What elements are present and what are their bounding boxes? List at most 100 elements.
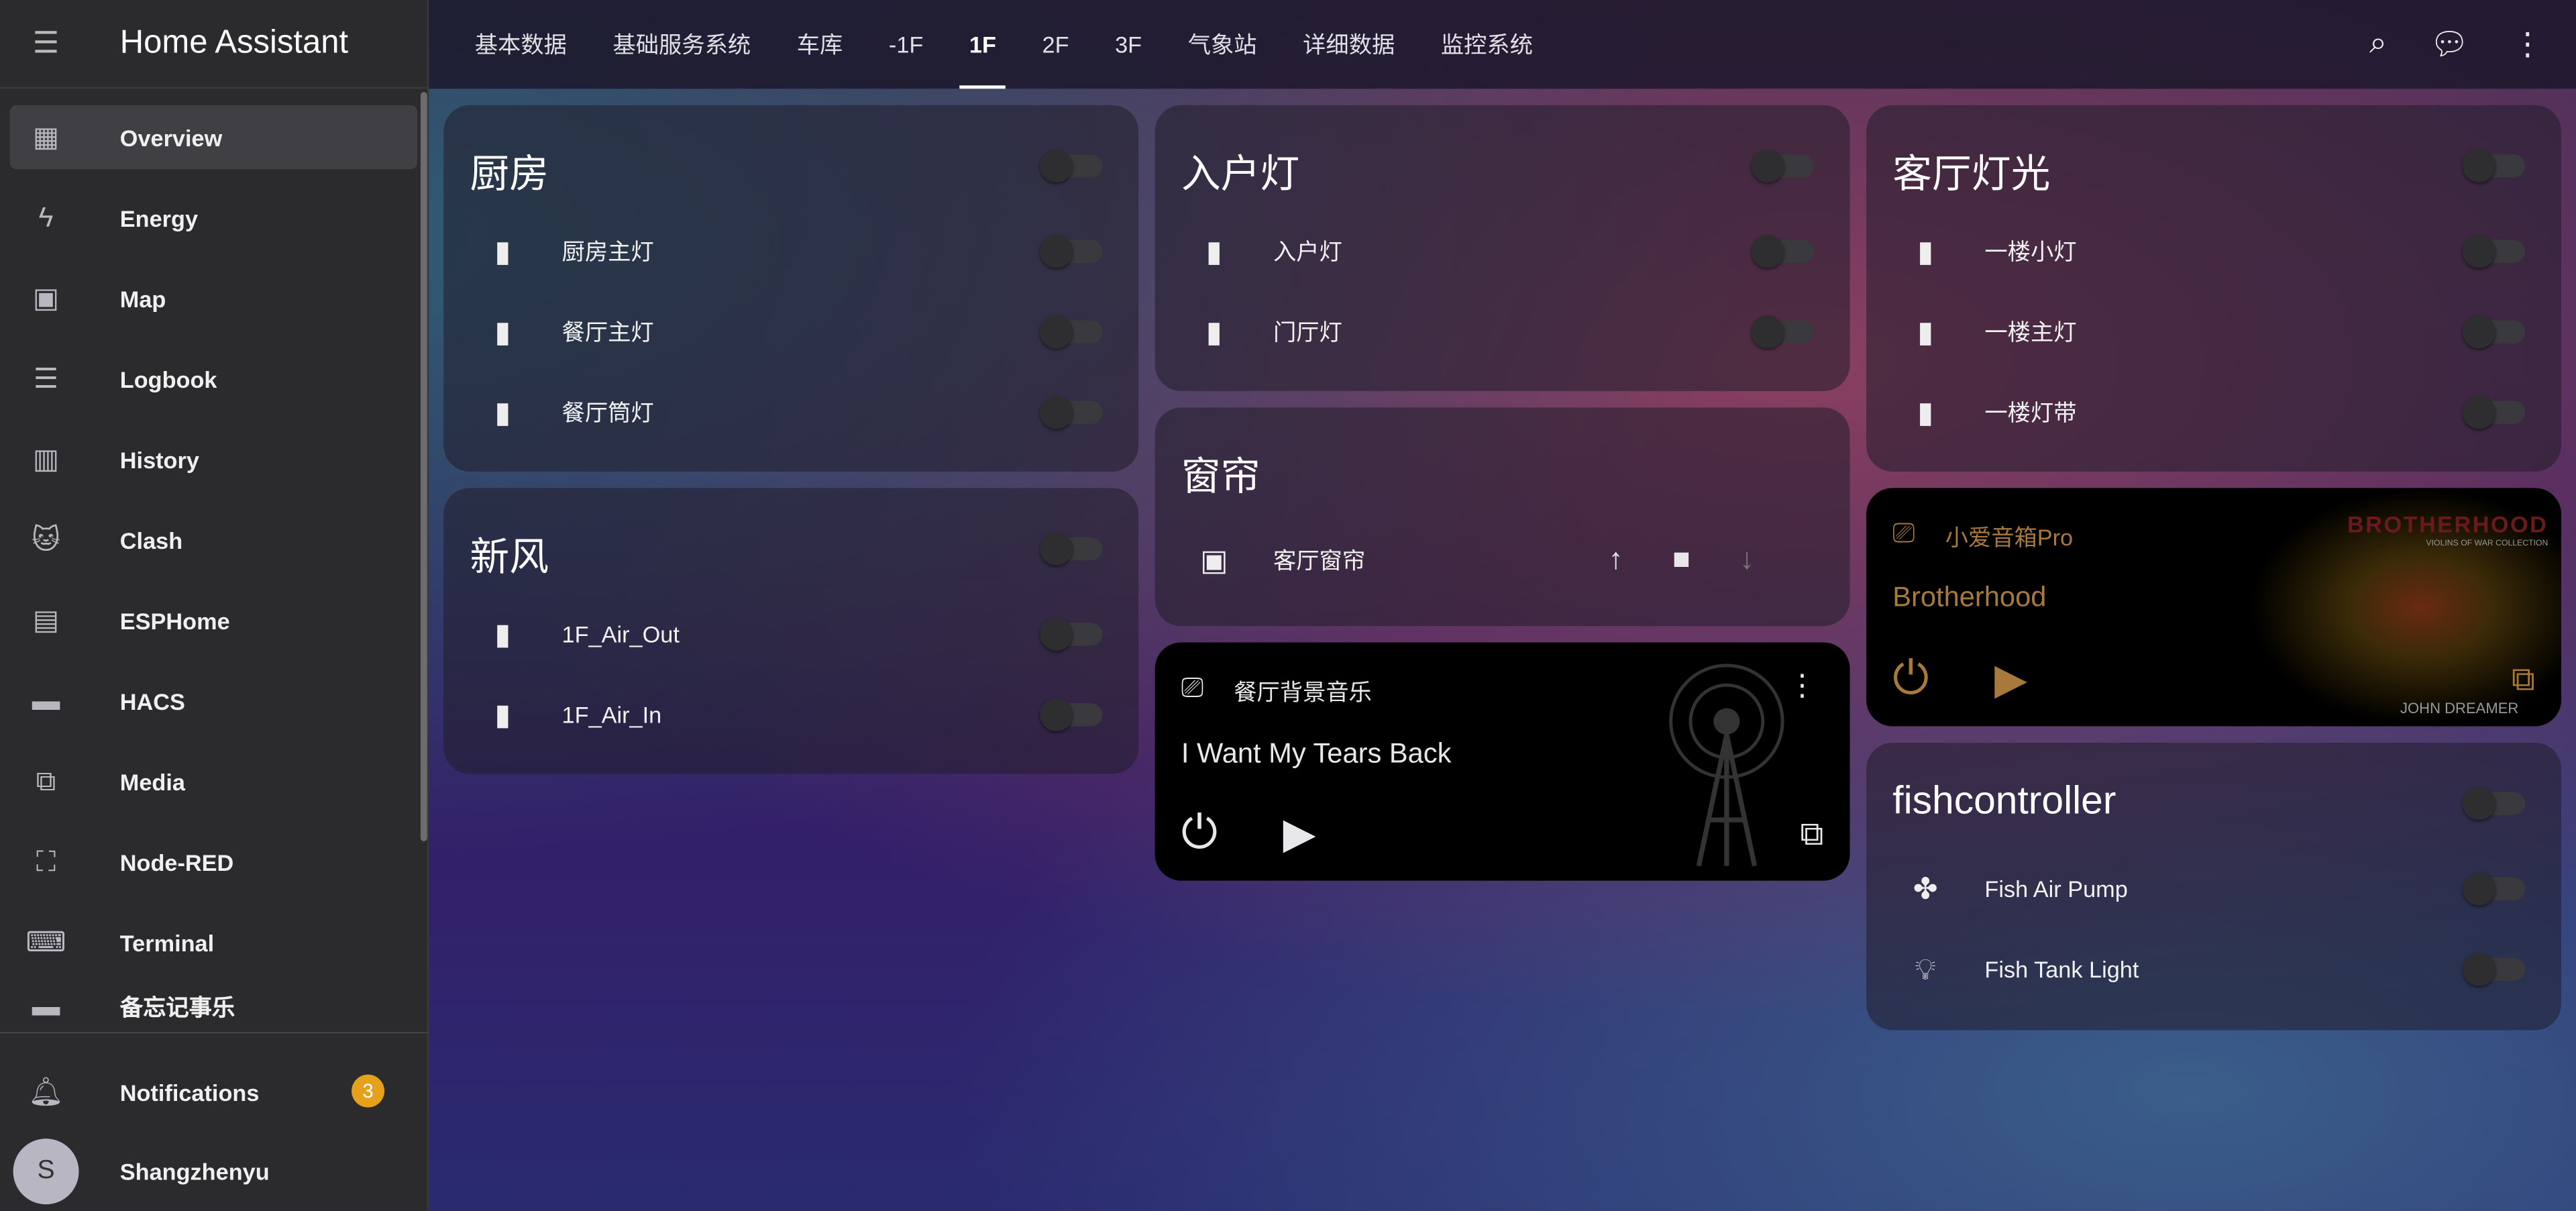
toggle[interactable]	[1040, 315, 1103, 349]
light-switch-icon: ▮	[494, 233, 511, 267]
entity-row[interactable]: ▮ 一楼主灯	[1892, 307, 2535, 356]
tab-5[interactable]: 2F	[1019, 0, 1092, 89]
entity-row[interactable]: ▮ 入户灯	[1181, 227, 1824, 276]
toggle-all[interactable]	[1751, 149, 1814, 182]
tab-3[interactable]: -1F	[866, 0, 947, 89]
chip-icon: ▤	[32, 604, 60, 635]
light-switch-icon: ▮	[1205, 233, 1222, 267]
close-cover-button[interactable]: ↓	[1739, 542, 1754, 576]
card-title: 客厅灯光	[1892, 152, 2051, 197]
sidebar-item-user[interactable]: S Shangzhenyu	[10, 1137, 417, 1204]
cast-icon: ⎚	[1181, 672, 1204, 704]
entity-row[interactable]: ▮ 一楼灯带	[1892, 388, 2535, 437]
toggle-all[interactable]	[1040, 149, 1103, 182]
toggle[interactable]	[1040, 235, 1103, 268]
entity-row[interactable]: ▮ 餐厅主灯	[470, 307, 1112, 356]
card-title: fishcontroller	[1892, 778, 2116, 823]
assist-chat-icon[interactable]: 💬︎	[2430, 25, 2469, 64]
entity-row[interactable]: ▮ 餐厅筒灯	[470, 388, 1112, 437]
sidebar-item-notifications[interactable]: 🔔︎ Notifications 3	[10, 1060, 417, 1124]
menu-icon[interactable]: ☰	[0, 26, 92, 60]
light-switch-icon: ▮	[1917, 314, 1934, 348]
light-switch-icon: ▮	[494, 314, 511, 348]
light-switch-icon: ▮	[494, 617, 511, 650]
fan-icon: ✤	[1913, 872, 1938, 905]
toggle[interactable]	[2463, 396, 2526, 429]
sidebar-item-clash[interactable]: 🐱︎ Clash	[10, 508, 417, 572]
tab-9[interactable]: 监控系统	[1418, 0, 1556, 89]
tab-7[interactable]: 气象站	[1165, 0, 1279, 89]
power-button[interactable]: ⏻	[1181, 806, 1218, 861]
more-vert-icon[interactable]: ⋮	[1788, 669, 1817, 703]
toggle[interactable]	[1040, 617, 1103, 651]
cat-icon: 🐱︎	[31, 523, 61, 555]
stop-cover-button[interactable]: ■	[1672, 542, 1690, 576]
tab-0[interactable]: 基本数据	[451, 0, 590, 89]
sidebar-item-terminal[interactable]: ⌨ Terminal	[10, 910, 417, 975]
sidebar-item-media[interactable]: ⧉ Media	[10, 749, 417, 814]
cast-icon: ⎚	[1892, 517, 1915, 549]
tower-icon	[1669, 664, 1784, 867]
bell-icon: 🔔︎	[28, 1075, 64, 1107]
entity-row[interactable]: ▮ 厨房主灯	[470, 227, 1112, 276]
light-switch-icon: ▮	[1205, 314, 1222, 348]
tab-1[interactable]: 基础服务系统	[590, 0, 773, 89]
card-title: 厨房	[470, 152, 549, 197]
avatar: S	[13, 1137, 79, 1204]
sidebar-item-energy[interactable]: ϟ Energy	[10, 186, 417, 250]
home-assistant-window: ☰ Home Assistant ▦ Overview ϟ Energy ▣ Map ☰ Lo…	[0, 0, 2576, 1211]
media-card-dining: ⎚ 餐厅背景音乐 ⋮ I Want My Tears Back ⏻ ▶ ⧉	[1155, 642, 1850, 881]
entity-row[interactable]: ▮ 1F_Air_In	[470, 690, 1112, 739]
toggle[interactable]	[2463, 872, 2526, 906]
sidebar-scrollbar[interactable]	[420, 92, 427, 841]
toggle[interactable]	[2463, 315, 2526, 349]
browse-media-icon[interactable]: ⧉	[1800, 817, 1823, 854]
toggle[interactable]	[1751, 315, 1814, 349]
open-cover-button[interactable]: ↑	[1609, 542, 1623, 576]
light-switch-icon: ▮	[1917, 233, 1934, 267]
toggle[interactable]	[2463, 953, 2526, 986]
tab-4[interactable]: 1F	[947, 0, 1020, 89]
sidebar-item-map[interactable]: ▣ Map	[10, 266, 417, 331]
tab-8[interactable]: 详细数据	[1280, 0, 1418, 89]
sidebar-item-logbook[interactable]: ☰ Logbook	[10, 347, 417, 411]
curtain-icon: ▣	[1199, 543, 1228, 576]
tab-2[interactable]: 车库	[773, 0, 865, 89]
play-button[interactable]: ▶	[1994, 654, 2027, 705]
light-switch-icon: ▮	[494, 394, 511, 428]
media-device-name: 小爱音箱Pro	[1945, 524, 2074, 551]
toggle[interactable]	[1040, 396, 1103, 429]
console-icon: ⌨	[25, 926, 66, 957]
note-icon: ▬	[32, 990, 60, 1022]
entity-row[interactable]: ▮ 一楼小灯	[1892, 227, 2535, 276]
toggle[interactable]	[1751, 235, 1814, 268]
media-title: I Want My Tears Back	[1181, 737, 1452, 770]
card-kitchen: 厨房 ▮ 厨房主灯 ▮ 餐厅主灯 ▮ 餐厅筒灯	[443, 105, 1139, 472]
toggle-all[interactable]	[2463, 787, 2526, 821]
entity-row[interactable]: ✤ Fish Air Pump	[1892, 864, 2535, 913]
toggle[interactable]	[1040, 698, 1103, 731]
divider	[0, 1031, 429, 1034]
light-switch-icon: ▮	[494, 697, 511, 731]
card-curtain: 窗帘 ▣ 客厅窗帘 ↑ ■ ↓	[1155, 407, 1850, 627]
play-button[interactable]: ▶	[1283, 808, 1316, 859]
toggle-all[interactable]	[2463, 149, 2526, 182]
sidebar-item--[interactable]: ▬ 备忘记事乐	[10, 991, 417, 1024]
entity-row[interactable]: ▮ 1F_Air_Out	[470, 610, 1112, 659]
sidebar-item-hacs[interactable]: ▬ HACS	[10, 669, 417, 733]
entity-row[interactable]: 💡︎ Fish Tank Light	[1892, 945, 2535, 994]
sidebar-item-history[interactable]: ▥ History	[10, 427, 417, 492]
tab-6[interactable]: 3F	[1092, 0, 1165, 89]
sidebar-item-overview[interactable]: ▦ Overview	[9, 105, 418, 170]
toggle[interactable]	[2463, 235, 2526, 268]
toggle-all[interactable]	[1040, 532, 1103, 566]
more-vert-icon[interactable]: ⋮	[2512, 25, 2544, 63]
entity-row[interactable]: ▮ 门厅灯	[1181, 307, 1824, 356]
format-list-icon: ☰	[33, 362, 59, 394]
chart-box-icon: ▥	[32, 443, 60, 474]
browse-media-icon[interactable]: ⧉	[2512, 662, 2535, 700]
power-button[interactable]: ⏻	[1892, 652, 1929, 706]
sidebar-item-node-red[interactable]: ⛶ Node-RED	[10, 830, 417, 894]
sidebar-item-esphome[interactable]: ▤ ESPHome	[10, 588, 417, 653]
search-icon[interactable]: ⌕	[2369, 26, 2387, 62]
